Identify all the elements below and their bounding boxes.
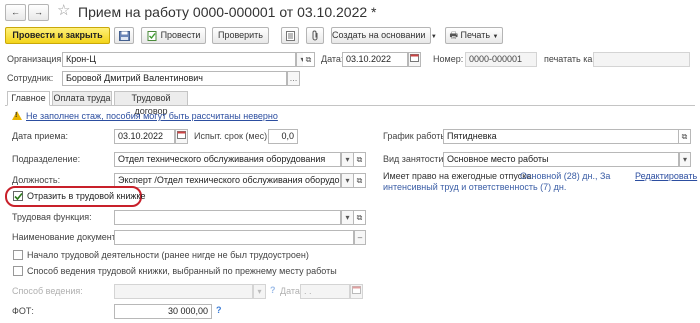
method-help-icon[interactable]: ?	[270, 285, 276, 295]
probation-field[interactable]: 0,0	[268, 129, 298, 144]
post-and-close-button[interactable]: Провести и закрыть	[5, 27, 110, 44]
create-based-on-button[interactable]: Создать на основании ▼	[331, 27, 437, 44]
employee-field[interactable]: Боровой Дмитрий Валентинович	[62, 71, 287, 86]
date2-calendar-button[interactable]	[350, 284, 363, 299]
fot-label: ФОТ:	[12, 306, 34, 316]
favorite-star-icon[interactable]: ☆	[57, 2, 70, 20]
method-checkbox[interactable]	[13, 266, 23, 276]
org-label: Организация:	[7, 54, 64, 64]
hire-date-label: Дата приема:	[12, 131, 69, 141]
edit-vacation-link[interactable]: Редактировать	[635, 171, 697, 182]
print-as-field[interactable]	[593, 52, 690, 67]
dropdown-arrow-icon: ▼	[430, 34, 437, 40]
calendar-button[interactable]	[408, 52, 421, 67]
org-field[interactable]: Крон-Ц	[62, 52, 296, 67]
schedule-label: График работы:	[383, 131, 450, 141]
position-open-button[interactable]: ⧉	[354, 173, 366, 188]
checkmark-icon	[14, 192, 23, 201]
tab-main[interactable]: Главное	[7, 91, 50, 106]
check-button[interactable]: Проверить	[212, 27, 269, 44]
calendar-icon	[352, 286, 361, 294]
number-field[interactable]: 0000-000001	[465, 52, 537, 67]
print-button-label: Печать	[460, 30, 491, 40]
vacation-label: Имеет право на ежегодные отпуска:	[383, 171, 534, 181]
document-icon	[285, 31, 295, 41]
method-dropdown-button[interactable]: ▾	[253, 284, 266, 299]
fot-field[interactable]: 30 000,00	[114, 304, 212, 319]
date2-field[interactable]: . .	[300, 284, 350, 299]
schedule-open-button[interactable]: ⧉	[679, 129, 691, 144]
doc-name-field[interactable]	[114, 230, 354, 245]
position-label: Должность:	[12, 175, 61, 185]
warning-exclamation-icon: !	[15, 112, 18, 119]
date-field[interactable]: 03.10.2022	[342, 52, 408, 67]
tab-payroll[interactable]: Оплата труда	[52, 91, 112, 106]
employee-label: Сотрудник:	[7, 73, 54, 83]
start-activity-checkbox-label[interactable]: Начало трудовой деятельности (ранее нигд…	[27, 250, 309, 261]
doc-name-label: Наименование документа:	[12, 232, 124, 242]
nav-buttons: ← →	[5, 4, 49, 21]
attach-button[interactable]	[306, 27, 324, 44]
department-label: Подразделение:	[12, 154, 81, 164]
method-field[interactable]	[114, 284, 253, 299]
back-button[interactable]: ←	[5, 4, 26, 21]
fot-help-icon[interactable]: ?	[216, 305, 222, 315]
org-open-button[interactable]: ⧉	[303, 52, 315, 67]
dropdown-arrow-icon: ▼	[492, 34, 499, 40]
labor-function-field[interactable]	[114, 210, 341, 225]
labor-function-label: Трудовая функция:	[12, 212, 92, 222]
department-field[interactable]: Отдел технического обслуживания оборудов…	[114, 152, 341, 167]
workbook-checkbox[interactable]	[13, 191, 23, 201]
save-button[interactable]	[114, 27, 134, 44]
workbook-checkbox-label[interactable]: Отразить в трудовой книжке	[27, 191, 145, 202]
employment-dropdown-button[interactable]: ▾	[679, 152, 691, 167]
warning-link[interactable]: Не заполнен стаж, пособия могут быть рас…	[26, 111, 278, 122]
paperclip-icon	[312, 30, 317, 41]
tab-contract[interactable]: Трудовой договор	[114, 91, 188, 116]
hire-date-field[interactable]: 03.10.2022	[114, 129, 175, 144]
date-label: Дата:	[321, 54, 344, 64]
department-open-button[interactable]: ⧉	[354, 152, 366, 167]
employee-select-button[interactable]: …	[287, 71, 300, 86]
window-title: Прием на работу 0000-000001 от 03.10.202…	[78, 4, 377, 20]
create-based-on-label: Создать на основании	[332, 30, 426, 40]
printer-icon: 🖶	[449, 30, 459, 40]
post-document-icon	[147, 31, 157, 41]
number-label: Номер:	[433, 54, 464, 64]
start-activity-checkbox[interactable]	[13, 250, 23, 260]
employment-label: Вид занятости:	[383, 154, 446, 164]
forward-button[interactable]: →	[28, 4, 49, 21]
method-label: Способ ведения:	[12, 286, 83, 296]
floppy-disk-icon	[118, 31, 130, 41]
position-dropdown-button[interactable]: ▾	[341, 173, 354, 188]
employment-field[interactable]: Основное место работы	[443, 152, 679, 167]
print-button[interactable]: 🖶 Печать ▼	[445, 27, 503, 44]
post-button-label: Провести	[160, 30, 201, 40]
department-dropdown-button[interactable]: ▾	[341, 152, 354, 167]
doc-name-clear-button[interactable]: –	[354, 230, 366, 245]
document-list-button[interactable]	[281, 27, 299, 44]
hire-date-calendar-button[interactable]	[175, 129, 188, 144]
position-field[interactable]: Эксперт /Отдел технического обслуживания…	[114, 173, 341, 188]
calendar-icon	[177, 131, 186, 139]
labor-function-dropdown-button[interactable]: ▾	[341, 210, 354, 225]
print-as-label: печатать как:	[544, 54, 599, 64]
labor-function-open-button[interactable]: ⧉	[354, 210, 366, 225]
schedule-field[interactable]: Пятидневка	[443, 129, 679, 144]
vacation-value-line2: интенсивный труд и ответственность (7) д…	[383, 182, 567, 192]
vacation-value: Основной (28) дн., За	[520, 171, 611, 181]
method-checkbox-label[interactable]: Способ ведения трудовой книжки, выбранны…	[27, 266, 337, 277]
calendar-icon	[410, 54, 419, 62]
post-button[interactable]: Провести	[141, 27, 206, 44]
probation-label: Испыт. срок (мес):	[194, 131, 270, 141]
